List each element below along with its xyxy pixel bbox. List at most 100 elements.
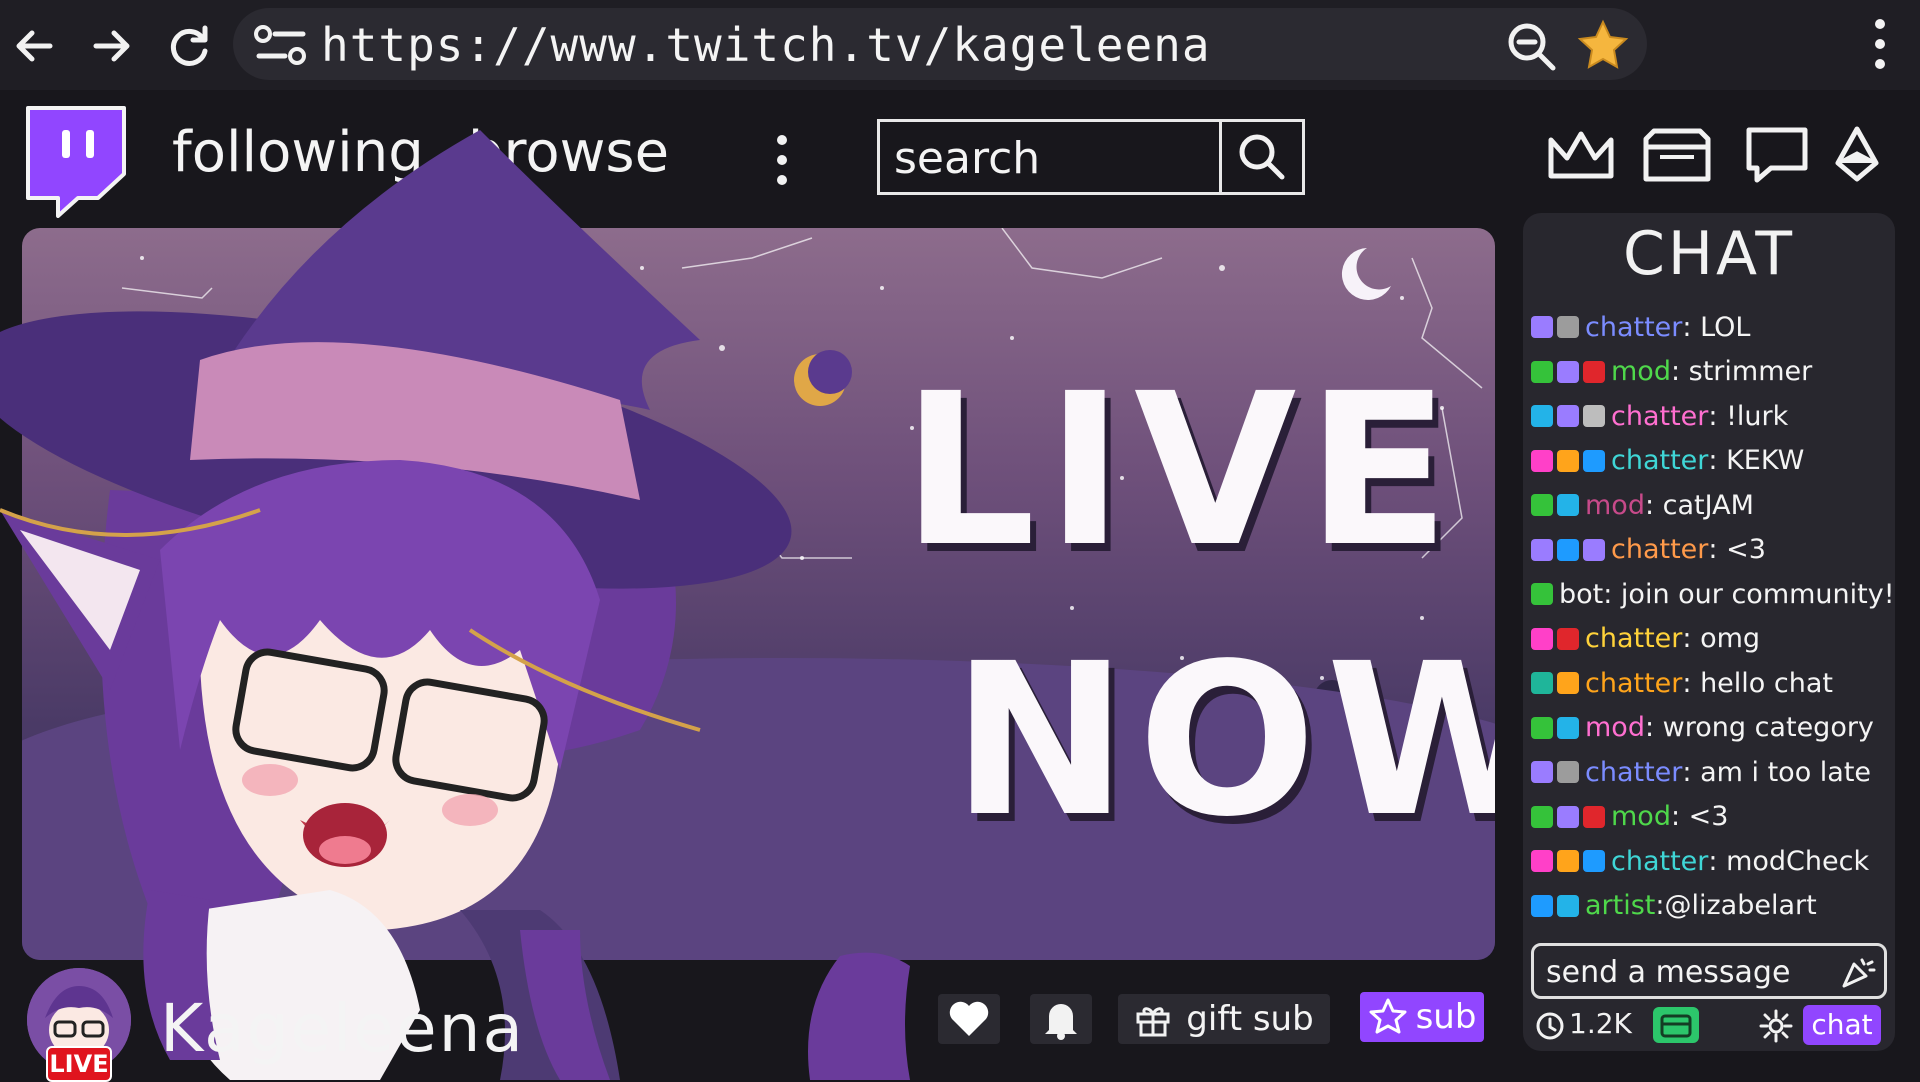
menu-kebab-icon[interactable] [1870, 16, 1890, 72]
chat-badge-icon[interactable] [1557, 716, 1579, 739]
chat-username[interactable]: chatter [1585, 668, 1682, 699]
chat-message-text: : wrong category [1644, 712, 1874, 744]
twitch-logo-icon [26, 106, 126, 218]
address-bar[interactable]: https://www.twitch.tv/kageleena [233, 8, 1647, 80]
chat-badge-icon[interactable] [1531, 583, 1553, 606]
channel-points-button[interactable] [1653, 1007, 1699, 1043]
chat-badge-icon[interactable] [1557, 761, 1579, 784]
chat-settings-gear-icon[interactable] [1759, 1009, 1793, 1043]
chat-badge-icon[interactable] [1531, 672, 1553, 695]
chat-badge-icon[interactable] [1583, 360, 1605, 383]
twitch-logo[interactable] [18, 102, 130, 218]
chat-username[interactable]: chatter [1611, 445, 1708, 476]
chat-badge-icon[interactable] [1531, 405, 1553, 428]
chat-badge-icon[interactable] [1531, 850, 1553, 873]
reload-button[interactable] [161, 18, 217, 74]
bits-gem-icon [1835, 126, 1879, 182]
chat-badge-icon[interactable] [1557, 360, 1579, 383]
site-settings-icon[interactable] [253, 24, 309, 66]
chat-badge-icon[interactable] [1557, 672, 1579, 695]
chat-username[interactable]: artist [1585, 890, 1655, 921]
nav-following[interactable]: following [172, 120, 424, 185]
zoom-out-icon[interactable] [1505, 20, 1559, 74]
chat-badge-icon[interactable] [1531, 494, 1553, 517]
chat-username[interactable]: chatter [1611, 534, 1708, 565]
chat-badge-icon[interactable] [1531, 805, 1553, 828]
inbox-button[interactable] [1638, 120, 1716, 190]
subscribe-button[interactable]: sub [1360, 992, 1484, 1042]
chat-username[interactable]: mod [1611, 801, 1671, 832]
chat-username[interactable]: chatter [1611, 401, 1708, 432]
chat-badge-icon[interactable] [1557, 494, 1579, 517]
chat-username[interactable]: mod [1611, 356, 1671, 387]
chat-badge-icon[interactable] [1557, 316, 1579, 339]
search-input[interactable] [880, 122, 1240, 194]
chat-badge-icon[interactable] [1583, 850, 1605, 873]
chat-badge-icon[interactable] [1531, 316, 1553, 339]
chat-message[interactable]: chatter: omg [1531, 617, 1891, 662]
back-button[interactable] [6, 18, 62, 74]
chat-badge-icon[interactable] [1583, 805, 1605, 828]
chat-badge-icon[interactable] [1583, 449, 1605, 472]
follow-heart-button[interactable] [938, 994, 1000, 1044]
chat-message[interactable]: mod: wrong category [1531, 706, 1891, 751]
chat-badge-icon[interactable] [1531, 449, 1553, 472]
chat-send-button[interactable]: chat [1803, 1005, 1881, 1045]
chat-badge-icon[interactable] [1531, 894, 1553, 917]
chat-username[interactable]: bot [1559, 579, 1603, 610]
chat-message[interactable]: chatter: modCheck [1531, 839, 1891, 884]
chat-message-text: :@lizabelart [1655, 890, 1817, 922]
chat-message[interactable]: chatter: LOL [1531, 305, 1891, 350]
chat-badge-icon[interactable] [1531, 360, 1553, 383]
chat-message[interactable]: chatter: KEKW [1531, 439, 1891, 484]
nav-browse[interactable]: browse [468, 120, 669, 185]
chat-badge-icon[interactable] [1557, 538, 1579, 561]
chat-badge-icon[interactable] [1557, 850, 1579, 873]
chat-username[interactable]: chatter [1585, 623, 1682, 654]
notifications-bell-button[interactable] [1030, 994, 1092, 1044]
chat-badge-icon[interactable] [1557, 449, 1579, 472]
chat-message-text: : strimmer [1670, 356, 1813, 388]
chat-badge-icon[interactable] [1557, 894, 1579, 917]
chat-badge-icon[interactable] [1531, 716, 1553, 739]
bits-button[interactable] [1818, 120, 1896, 190]
chat-message[interactable]: chatter: hello chat [1531, 661, 1891, 706]
chat-badge-icon[interactable] [1531, 761, 1553, 784]
live-title: LIVE [902, 348, 1460, 593]
chat-message[interactable]: bot: join our community! [1531, 572, 1895, 617]
chat-badge-icon[interactable] [1557, 405, 1579, 428]
stream-player[interactable]: LIVE NOW [22, 228, 1495, 960]
chat-username[interactable]: chatter [1611, 846, 1708, 877]
chat-message[interactable]: mod: strimmer [1531, 350, 1891, 395]
chat-badge-icon[interactable] [1557, 627, 1579, 650]
chat-badge-icon[interactable] [1531, 627, 1553, 650]
more-kebab-icon[interactable] [770, 132, 794, 188]
treasure-chest-icon [1660, 1014, 1692, 1038]
chat-badge-icon[interactable] [1583, 538, 1605, 561]
chat-message[interactable]: mod: catJAM [1531, 483, 1891, 528]
chat-username[interactable]: chatter [1585, 312, 1682, 343]
url-text[interactable]: https://www.twitch.tv/kageleena [321, 18, 1211, 72]
forward-button[interactable] [84, 18, 140, 74]
chat-username[interactable]: chatter [1585, 757, 1682, 788]
chat-badge-icon[interactable] [1583, 405, 1605, 428]
search-button[interactable] [1219, 122, 1302, 192]
send-message-input[interactable] [1534, 946, 1848, 998]
prime-crown-button[interactable] [1542, 120, 1620, 190]
bookmark-star-icon[interactable] [1575, 18, 1631, 74]
chat-message-list[interactable]: chatter: LOL mod: strimmer chatter: !lurk c… [1531, 305, 1895, 929]
emote-picker-icon[interactable] [1840, 954, 1876, 990]
chat-message[interactable]: chatter: am i too late [1531, 750, 1891, 795]
chat-message[interactable]: artist:@lizabelart [1531, 884, 1891, 929]
inbox-icon [1643, 128, 1711, 182]
chat-message[interactable]: chatter: <3 [1531, 528, 1891, 573]
streamer-name[interactable]: Kageleena [160, 990, 525, 1067]
chat-badge-icon[interactable] [1531, 538, 1553, 561]
whispers-button[interactable] [1738, 120, 1816, 190]
chat-username[interactable]: mod [1585, 712, 1645, 743]
chat-badge-icon[interactable] [1557, 805, 1579, 828]
chat-username[interactable]: mod [1585, 490, 1645, 521]
gift-sub-button[interactable]: gift sub [1118, 994, 1330, 1044]
chat-message[interactable]: mod: <3 [1531, 795, 1891, 840]
chat-message[interactable]: chatter: !lurk [1531, 394, 1891, 439]
